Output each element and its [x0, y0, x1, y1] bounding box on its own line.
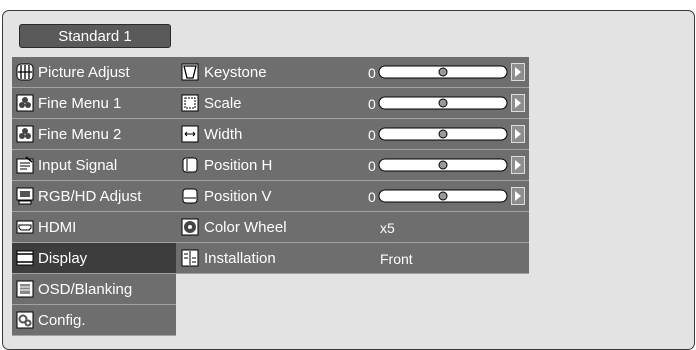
- installation-icon: [181, 249, 199, 267]
- menu-item-osd-blanking[interactable]: OSD/Blanking: [12, 274, 176, 305]
- preset-label: Standard 1: [58, 27, 132, 45]
- position-h-icon: [182, 157, 198, 173]
- increase-arrow-icon[interactable]: [511, 187, 525, 205]
- color-wheel-icon: [181, 218, 199, 236]
- position-h-slider[interactable]: [378, 158, 508, 172]
- picture-adjust-icon: [16, 63, 34, 81]
- row-label: Position H: [204, 156, 273, 174]
- menu-item-label: RGB/HD Adjust: [38, 187, 142, 205]
- menu-item-input-signal[interactable]: Input Signal: [12, 150, 176, 181]
- menu-item-display[interactable]: Display: [12, 243, 176, 274]
- row-value: 0: [368, 189, 376, 205]
- osd-blanking-icon: [16, 280, 34, 298]
- row-value: 0: [368, 96, 376, 112]
- scale-icon: [181, 94, 199, 112]
- menu-item-label: Config.: [38, 311, 86, 329]
- menu-item-label: HDMI: [38, 218, 77, 236]
- row-value: 0: [368, 158, 376, 174]
- config-icon: [16, 311, 34, 329]
- row-label: Installation: [204, 249, 276, 267]
- menu-item-label: Fine Menu 1: [38, 94, 122, 112]
- hdmi-icon: [16, 220, 34, 234]
- menu-item-picture-adjust[interactable]: Picture Adjust: [12, 57, 176, 88]
- width-slider[interactable]: [378, 127, 508, 141]
- row-color-wheel[interactable]: Color Wheel x5: [176, 212, 529, 243]
- menu-item-fine-menu-2[interactable]: Fine Menu 2: [12, 119, 176, 150]
- row-label: Width: [204, 125, 243, 143]
- keystone-icon: [181, 63, 199, 81]
- menu-item-label: Fine Menu 2: [38, 125, 122, 143]
- menu-item-rgb-hd-adjust[interactable]: RGB/HD Adjust: [12, 181, 176, 212]
- position-v-icon: [182, 188, 198, 204]
- menu-item-label: OSD/Blanking: [38, 280, 133, 298]
- menu-item-fine-menu-1[interactable]: Fine Menu 1: [12, 88, 176, 119]
- row-position-v[interactable]: Position V 0: [176, 181, 529, 212]
- fine-menu-2-icon: [16, 125, 34, 143]
- row-width[interactable]: Width 0: [176, 119, 529, 150]
- row-value: Front: [380, 251, 413, 267]
- main-menu: Picture Adjust Fine Menu 1 Fine Menu 2 I…: [12, 57, 176, 336]
- row-installation[interactable]: Installation Front: [176, 243, 529, 274]
- row-value: 0: [368, 127, 376, 143]
- row-value: x5: [380, 220, 395, 236]
- display-icon: [16, 250, 34, 266]
- row-label: Position V: [204, 187, 272, 205]
- increase-arrow-icon[interactable]: [511, 94, 525, 112]
- rgb-hd-adjust-icon: [16, 187, 34, 205]
- preset-button[interactable]: Standard 1: [19, 24, 171, 48]
- scale-slider[interactable]: [378, 96, 508, 110]
- increase-arrow-icon[interactable]: [511, 156, 525, 174]
- width-icon: [181, 125, 199, 143]
- fine-menu-1-icon: [16, 94, 34, 112]
- row-label: Keystone: [204, 63, 267, 81]
- row-position-h[interactable]: Position H 0: [176, 150, 529, 181]
- input-signal-icon: [16, 156, 34, 174]
- row-keystone[interactable]: Keystone 0: [176, 57, 529, 88]
- display-submenu: Keystone 0 Scale 0 Width 0 Position H 0 …: [176, 57, 529, 274]
- menu-item-label: Display: [38, 249, 88, 267]
- position-v-slider[interactable]: [378, 189, 508, 203]
- increase-arrow-icon[interactable]: [511, 125, 525, 143]
- menu-item-label: Picture Adjust: [38, 63, 130, 81]
- menu-item-hdmi[interactable]: HDMI: [12, 212, 176, 243]
- menu-item-label: Input Signal: [38, 156, 118, 174]
- increase-arrow-icon[interactable]: [511, 63, 525, 81]
- row-scale[interactable]: Scale 0: [176, 88, 529, 119]
- keystone-slider[interactable]: [378, 65, 508, 79]
- row-label: Color Wheel: [204, 218, 287, 236]
- row-value: 0: [368, 65, 376, 81]
- row-label: Scale: [204, 94, 242, 112]
- menu-item-config[interactable]: Config.: [12, 305, 176, 336]
